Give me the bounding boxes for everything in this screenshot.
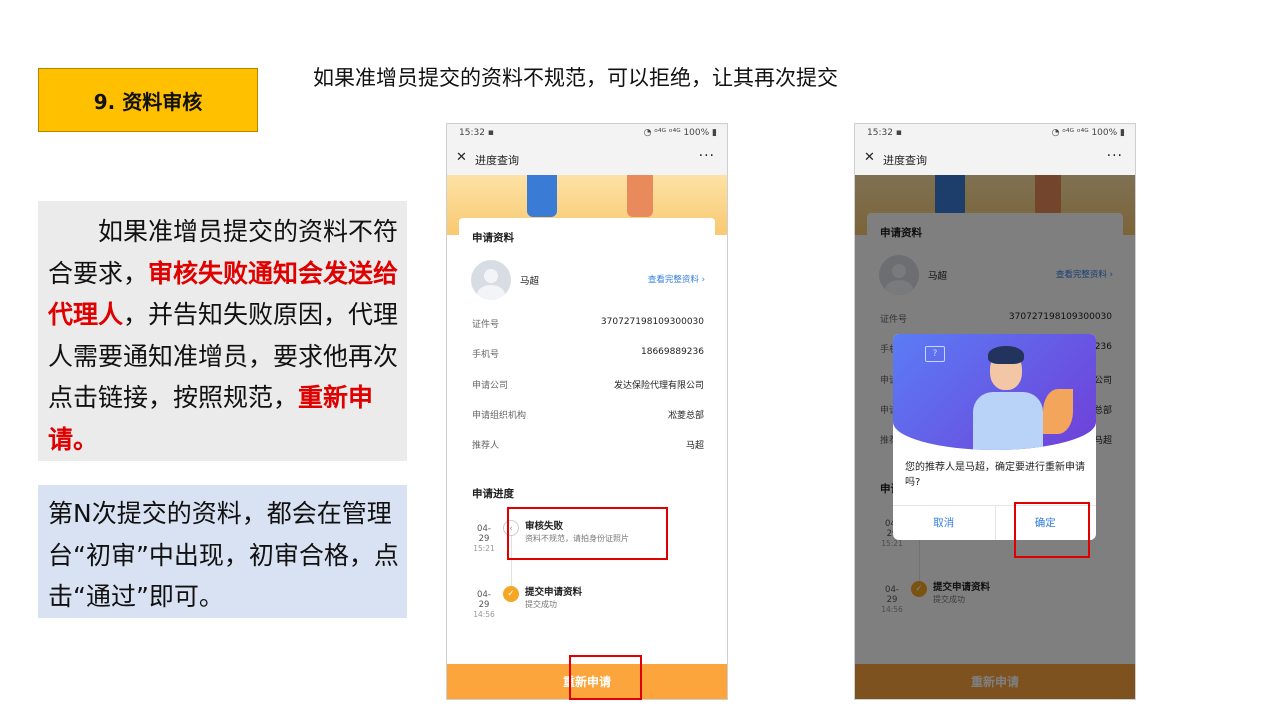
dialog-illustration: ? (893, 334, 1096, 450)
note-resubmission: 第N次提交的资料，都会在管理台“初审”中出现，初审合格，点击“通过”即可。 (38, 485, 407, 618)
section-title-info: 申请资料 (472, 232, 514, 244)
slide-title: 9. 资料审核 (93, 89, 203, 114)
status-bar: 15:32 ▪ ◔ ᵒ⁴ᴳ ᵒ⁴ᴳ 100% ▮ (855, 124, 1135, 143)
highlight-box-confirm (1014, 502, 1090, 558)
banner-figure-right (627, 175, 653, 217)
question-bubble-icon: ? (925, 346, 945, 362)
status-time: 15:32 ▪ (867, 128, 902, 138)
timeline-date: 04-2915:21 (473, 524, 495, 553)
more-icon[interactable]: ··· (1107, 148, 1123, 164)
timeline-date: 04-2914:56 (473, 590, 495, 619)
phone-confirm-screen: 15:32 ▪ ◔ ᵒ⁴ᴳ ᵒ⁴ᴳ 100% ▮ ✕ 进度查询 ··· 申请资料… (854, 123, 1136, 700)
field-row-org: 申请组织机构凇菱总部 (472, 411, 704, 421)
slide-headline: 如果准增员提交的资料不规范，可以拒绝，让其再次提交 (313, 66, 838, 90)
highlight-box-failed (507, 507, 668, 560)
nav-title: 进度查询 (883, 154, 927, 167)
close-icon[interactable]: ✕ (456, 150, 467, 165)
field-row-referrer: 推荐人马超 (472, 441, 704, 451)
section-title-progress: 申请进度 (472, 488, 514, 500)
nav-bar: ✕ 进度查询 ··· (855, 143, 1135, 176)
highlight-box-reapply (569, 655, 642, 700)
status-bar: 15:32 ▪ ◔ ᵒ⁴ᴳ ᵒ⁴ᴳ 100% ▮ (447, 124, 727, 143)
applicant-name: 马超 (520, 276, 540, 287)
nav-bar: ✕ 进度查询 ··· (447, 143, 727, 176)
slide-title-box: 9. 资料审核 (38, 68, 258, 132)
cancel-button[interactable]: 取消 (893, 506, 995, 540)
dialog-message: 您的推荐人是马超，确定要进行重新申请吗? (905, 462, 1085, 488)
status-time: 15:32 ▪ (459, 128, 494, 138)
field-row-id: 证件号370727198109300030 (472, 317, 704, 330)
nav-title: 进度查询 (475, 154, 519, 167)
field-row-phone: 手机号18669889236 (472, 347, 704, 360)
status-indicators: ◔ ᵒ⁴ᴳ ᵒ⁴ᴳ 100% ▮ (1051, 128, 1125, 138)
field-row-company: 申请公司发达保险代理有限公司 (472, 381, 704, 391)
close-icon[interactable]: ✕ (864, 150, 875, 165)
note-failure-notice: 如果准增员提交的资料不符合要求，审核失败通知会发送给代理人，并告知失败原因，代理… (38, 201, 407, 461)
timeline-title: 提交申请资料 (525, 587, 583, 598)
more-icon[interactable]: ··· (699, 148, 715, 164)
view-full-info-link[interactable]: 查看完整资料 › (648, 273, 705, 285)
timeline-subtitle: 提交成功 (525, 600, 557, 609)
avatar (471, 260, 511, 300)
banner-figure-left (527, 175, 557, 217)
check-icon: ✓ (503, 586, 519, 602)
phone-progress-screen: 15:32 ▪ ◔ ᵒ⁴ᴳ ᵒ⁴ᴳ 100% ▮ ✕ 进度查询 ··· 申请资料… (446, 123, 728, 700)
status-indicators: ◔ ᵒ⁴ᴳ ᵒ⁴ᴳ 100% ▮ (643, 128, 717, 138)
